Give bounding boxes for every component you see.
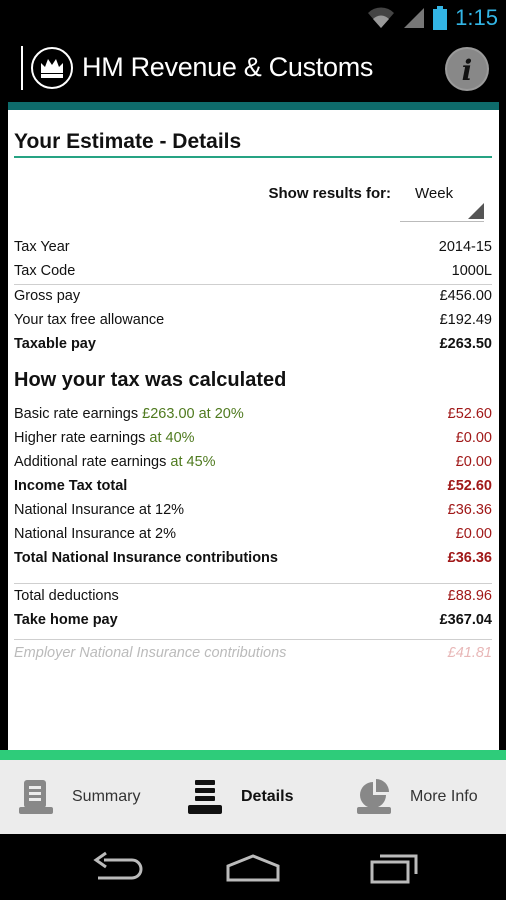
period-label: Show results for:: [268, 185, 391, 202]
svg-text:i: i: [462, 54, 473, 87]
estimate-details-card: Your Estimate - Details Show results for…: [8, 110, 499, 750]
additional-rate-row: Additional rate earnings at 45% £0.00: [14, 452, 492, 474]
row-value: 2014-15: [438, 239, 492, 255]
info-icon[interactable]: i: [444, 46, 490, 92]
row-value: £263.50: [439, 336, 492, 352]
total-deductions-row: Total deductions £88.96: [14, 586, 492, 608]
recent-apps-icon[interactable]: [366, 848, 426, 888]
rate-detail: at 40%: [149, 430, 195, 446]
ni-12-row: National Insurance at 12% £36.36: [14, 500, 492, 522]
row-label: National Insurance at 12%: [14, 502, 185, 518]
header-accent: [8, 102, 499, 110]
row-label: Additional rate earnings: [14, 454, 167, 470]
basic-rate-row: Basic rate earnings £263.00 at 20% £52.6…: [14, 404, 492, 426]
row-value: £0.00: [455, 430, 492, 446]
battery-icon: [433, 6, 448, 30]
home-icon[interactable]: [223, 848, 283, 888]
higher-rate-row: Higher rate earnings at 40% £0.00: [14, 428, 492, 450]
tax-code-row: Tax Code 1000L: [14, 261, 492, 283]
row-value: £456.00: [439, 288, 492, 304]
row-label: Taxable pay: [14, 336, 96, 352]
divider: [14, 583, 492, 584]
tab-more-info[interactable]: More Info: [354, 760, 478, 834]
row-label: Higher rate earnings: [14, 430, 146, 446]
employer-ni-row: Employer National Insurance contribution…: [14, 643, 492, 665]
system-navigation-bar: [0, 834, 506, 900]
row-value: £0.00: [455, 526, 492, 542]
tab-bar: Summary Details More Info: [0, 760, 506, 834]
stack-icon: [188, 780, 222, 814]
ni-2-row: National Insurance at 2% £0.00: [14, 524, 492, 546]
rate-detail: at 45%: [170, 454, 216, 470]
title-underline: [14, 156, 492, 158]
wifi-icon: [368, 7, 395, 29]
row-label: Employer National Insurance contribution…: [14, 645, 287, 661]
gross-pay-row: Gross pay £456.00: [14, 286, 492, 308]
pie-chart-icon: [357, 779, 391, 814]
tab-label: Summary: [72, 788, 141, 805]
row-value: £52.60: [447, 406, 492, 422]
row-label: Income Tax total: [14, 478, 128, 494]
allowance-row: Your tax free allowance £192.49: [14, 310, 492, 332]
period-select[interactable]: Week: [400, 174, 484, 222]
clock: 1:15: [455, 5, 498, 30]
income-tax-total-row: Income Tax total £52.60: [14, 476, 492, 498]
divider: [21, 46, 23, 90]
tax-year-row: Tax Year 2014-15: [14, 237, 492, 259]
period-selected-value: Week: [415, 185, 454, 202]
row-label: Gross pay: [14, 288, 81, 304]
row-label: Your tax free allowance: [14, 312, 165, 328]
row-value: £192.49: [439, 312, 492, 328]
taxable-pay-row: Taxable pay £263.50: [14, 334, 492, 356]
tab-details[interactable]: Details: [185, 760, 293, 834]
row-value: £41.81: [447, 645, 492, 661]
row-label: Total National Insurance contributions: [14, 550, 278, 566]
tab-label: Details: [241, 788, 294, 805]
row-label: Basic rate earnings: [14, 406, 139, 422]
calculation-heading: How your tax was calculated: [14, 369, 287, 391]
signal-icon: [404, 8, 425, 28]
crown-logo-icon: [31, 47, 73, 89]
take-home-pay-row: Take home pay £367.04: [14, 610, 492, 632]
row-label: Take home pay: [14, 612, 118, 628]
row-label: Tax Code: [14, 263, 76, 279]
row-value: £52.60: [447, 478, 492, 494]
rate-detail: £263.00 at 20%: [142, 406, 244, 422]
tabbar-accent: [0, 750, 506, 760]
row-label: National Insurance at 2%: [14, 526, 177, 542]
row-label: Tax Year: [14, 239, 70, 255]
page-title: Your Estimate - Details: [14, 130, 242, 153]
back-icon[interactable]: [84, 848, 144, 888]
ni-total-row: Total National Insurance contributions £…: [14, 548, 492, 570]
dropdown-arrow-icon: [468, 203, 484, 219]
divider: [14, 639, 492, 640]
document-icon: [19, 780, 53, 814]
tab-label: More Info: [410, 788, 478, 805]
app-bar: HM Revenue & Customs i: [0, 36, 506, 102]
row-value: £88.96: [447, 588, 492, 604]
row-label: Total deductions: [14, 588, 119, 604]
row-value: £36.36: [447, 502, 492, 518]
row-value: £0.00: [455, 454, 492, 470]
divider: [14, 284, 492, 285]
status-bar: 1:15: [0, 0, 506, 36]
app-title: HM Revenue & Customs: [82, 52, 374, 82]
row-value: 1000L: [451, 263, 492, 279]
row-value: £36.36: [447, 550, 492, 566]
row-value: £367.04: [439, 612, 492, 628]
tab-summary[interactable]: Summary: [16, 760, 140, 834]
